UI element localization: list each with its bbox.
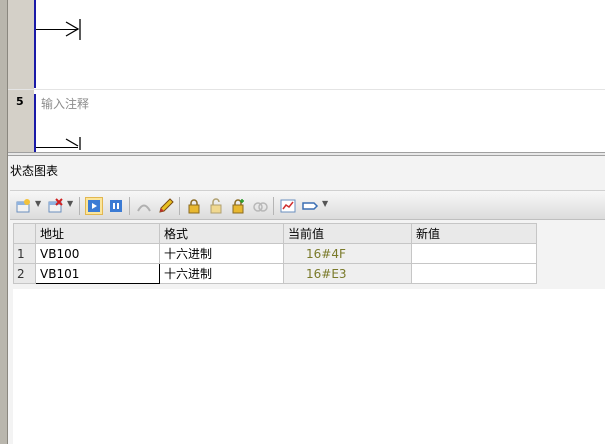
chart-icon[interactable] <box>279 197 297 215</box>
unforce-icon[interactable] <box>207 197 225 215</box>
table-row: 2 VB101 十六进制 16#E3 <box>13 263 537 284</box>
column-header-current-value[interactable]: 当前值 <box>283 223 412 244</box>
current-value-cell: 16#4F <box>283 243 412 264</box>
row-number-header <box>13 223 36 244</box>
tag-dropdown-icon[interactable]: ▼ <box>322 199 328 208</box>
status-chart-table: 地址 格式 当前值 新值 1 VB100 十六进制 16#4F 2 VB101 … <box>13 223 537 284</box>
power-rail <box>34 0 36 88</box>
tag-icon[interactable] <box>301 197 319 215</box>
delete-dropdown-icon[interactable]: ▼ <box>67 199 73 208</box>
edit-pencil-icon[interactable] <box>157 197 175 215</box>
network-comment[interactable]: 输入注释 <box>41 95 89 112</box>
trend-view-icon[interactable] <box>85 197 103 215</box>
new-value-cell[interactable] <box>411 263 537 284</box>
format-cell[interactable]: 十六进制 <box>159 243 284 264</box>
read-all-forced-icon[interactable] <box>251 197 269 215</box>
delete-row-icon[interactable] <box>46 197 64 215</box>
toolbar-separator <box>179 197 180 215</box>
ladder-editor[interactable]: 5 输入注释 <box>0 0 605 156</box>
force-lock-icon[interactable] <box>185 197 203 215</box>
network-number: 5 <box>16 95 24 108</box>
status-chart-title: 状态图表 <box>10 164 59 178</box>
table-header-row: 地址 格式 当前值 新值 <box>13 223 537 244</box>
write-all-icon[interactable] <box>135 197 153 215</box>
toolbar-separator <box>273 197 274 215</box>
network-end-arrow-icon <box>65 137 81 150</box>
format-cell[interactable]: 十六进制 <box>159 263 284 284</box>
pane-left-border <box>0 156 8 444</box>
address-cell[interactable]: VB101 <box>35 263 160 284</box>
address-cell[interactable]: VB100 <box>35 243 160 264</box>
network-separator <box>8 89 605 90</box>
network-gutter <box>8 0 34 156</box>
network-end-arrow-icon <box>65 19 81 40</box>
column-header-format[interactable]: 格式 <box>159 223 284 244</box>
unforce-all-icon[interactable] <box>229 197 247 215</box>
insert-row-icon[interactable] <box>14 197 32 215</box>
column-header-address[interactable]: 地址 <box>35 223 160 244</box>
column-header-new-value[interactable]: 新值 <box>411 223 537 244</box>
chart-empty-area <box>13 289 605 444</box>
power-rail-network-5 <box>34 94 36 152</box>
row-number[interactable]: 2 <box>13 263 36 284</box>
new-value-cell[interactable] <box>411 243 537 264</box>
table-row: 1 VB100 十六进制 16#4F <box>13 243 537 264</box>
toolbar-separator <box>129 197 130 215</box>
editor-left-border <box>0 0 8 156</box>
current-value-cell: 16#E3 <box>283 263 412 284</box>
single-read-icon[interactable] <box>107 197 125 215</box>
status-chart-toolbar: ▼ ▼ ▼ <box>10 190 605 220</box>
insert-dropdown-icon[interactable]: ▼ <box>35 199 41 208</box>
row-number[interactable]: 1 <box>13 243 36 264</box>
toolbar-separator <box>79 197 80 215</box>
